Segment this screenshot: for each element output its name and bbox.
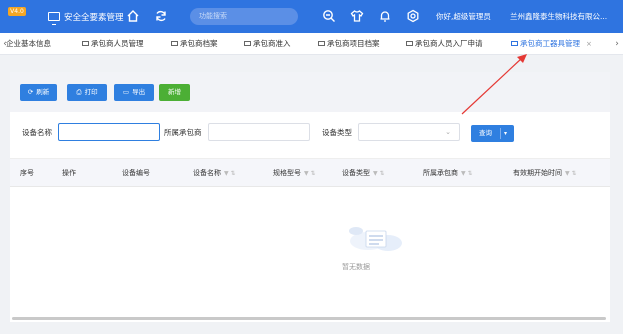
contractor-label: 所属承包商 [164,128,202,137]
shirt-icon[interactable] [350,9,364,23]
tab-scroll-right-icon[interactable]: › [612,33,622,55]
function-search-input[interactable] [190,8,298,25]
add-button-label: 新增 [168,88,181,96]
filter-sort-icon[interactable]: ▼ ⇅ [565,170,577,177]
home-icon[interactable] [126,9,140,23]
device-name-label: 设备名称 [22,128,52,137]
folder-icon [244,41,251,46]
folder-icon [82,41,89,46]
column-header-device-name[interactable]: 设备名称 ▼ ⇅ [193,159,236,188]
folder-icon [406,41,413,46]
add-button[interactable]: 新增 [159,84,190,101]
tab-contractor-tools[interactable]: 承包商工器具管理 × [511,33,592,55]
column-header-contractor[interactable]: 所属承包商 ▼ ⇅ [423,159,473,188]
filter-sort-icon[interactable]: ▼ ⇅ [461,170,473,177]
folder-icon [171,41,178,46]
tab-label: 承包商人员入厂申请 [415,39,483,48]
user-greeting[interactable]: 你好,超级管理员 [436,11,491,22]
column-header-device-type[interactable]: 设备类型 ▼ ⇅ [342,159,385,188]
export-icon: ▭ [122,88,130,96]
tab-bar: ‹ 企业基本信息 承包商人员管理 承包商档案 承包商准入 承包商项目档案 承包商… [0,33,623,55]
gear-icon[interactable] [406,9,420,23]
column-header-model[interactable]: 规格型号 ▼ ⇅ [273,159,316,188]
refresh-button-label: 刷新 [36,88,50,96]
tab-close-icon[interactable]: × [586,40,592,48]
version-badge: V4.0 [8,7,26,16]
tab-contractor-project-archive[interactable]: 承包商项目档案 [318,33,380,55]
column-header-actions: 操作 [62,169,76,177]
contractor-input[interactable] [208,123,310,141]
column-header-device-code: 设备编号 [122,169,150,177]
print-button[interactable]: ⎙ 打印 [67,84,107,101]
button-divider [500,128,501,139]
refresh-icon: ⟳ [27,88,34,96]
empty-data-illustration [349,227,402,251]
page-edge [617,55,623,334]
bell-icon[interactable] [378,9,392,23]
tab-contractor-personnel[interactable]: 承包商人员管理 [82,33,144,55]
empty-data-text: 暂无数据 [342,263,370,271]
export-button-label: 导出 [132,88,146,96]
chevron-down-icon[interactable]: ▾ [504,125,507,142]
refresh-button[interactable]: ⟳ 刷新 [20,84,57,101]
query-button[interactable]: 查询 ▾ [471,125,514,142]
tab-label: 承包商项目档案 [327,39,380,48]
tab-enterprise-info[interactable]: 企业基本信息 [6,33,51,55]
tab-contractor-admission[interactable]: 承包商准入 [244,33,291,55]
printer-icon: ⎙ [76,88,82,96]
column-header-index: 序号 [20,169,34,177]
folder-icon [318,41,325,46]
tab-label: 承包商准入 [253,39,291,48]
folder-icon [511,41,518,46]
main-panel: ⟳ 刷新 ⎙ 打印 ▭ 导出 新增 设备名称 所属承包商 设备类型 ⌄ 查询 ▾ 序号… [10,72,610,322]
table-header: 序号 操作 设备编号 设备名称 ▼ ⇅ 规格型号 ▼ ⇅ 设备类型 ▼ ⇅ 所属承包商… [10,158,610,187]
export-button[interactable]: ▭ 导出 [114,84,154,101]
monitor-icon [48,12,60,25]
filter-sort-icon[interactable]: ▼ ⇅ [224,170,236,177]
filter-sort-icon[interactable]: ▼ ⇅ [373,170,385,177]
tab-label: 承包商工器具管理 [520,39,580,48]
print-button-label: 打印 [84,88,98,96]
tab-contractor-archive[interactable]: 承包商档案 [171,33,218,55]
tab-label: 承包商人员管理 [91,39,144,48]
top-header-bar: V4.0 安全全要素管理 你好,超级管理员 兰州鑫隆泰生物科技有限公... [0,0,623,33]
action-toolbar: ⟳ 刷新 ⎙ 打印 ▭ 导出 新增 [10,72,610,112]
chevron-down-icon: ⌄ [445,128,451,136]
refresh-icon[interactable] [154,9,168,23]
device-name-input[interactable] [58,123,160,141]
horizontal-scrollbar[interactable] [12,317,606,320]
app-title: 安全全要素管理 [64,13,124,23]
zoom-icon[interactable] [322,9,336,23]
tab-label: 承包商档案 [180,39,218,48]
tab-label: 企业基本信息 [6,39,51,48]
column-header-valid-start[interactable]: 有效期开始时间 ▼ ⇅ [513,159,577,188]
device-type-label: 设备类型 [322,128,352,137]
device-type-select[interactable]: ⌄ [358,123,460,141]
company-name[interactable]: 兰州鑫隆泰生物科技有限公... [510,11,607,22]
filter-sort-icon[interactable]: ▼ ⇅ [304,170,316,177]
query-button-label: 查询 [479,129,492,137]
tab-contractor-entry-application[interactable]: 承包商人员入厂申请 [406,33,483,55]
